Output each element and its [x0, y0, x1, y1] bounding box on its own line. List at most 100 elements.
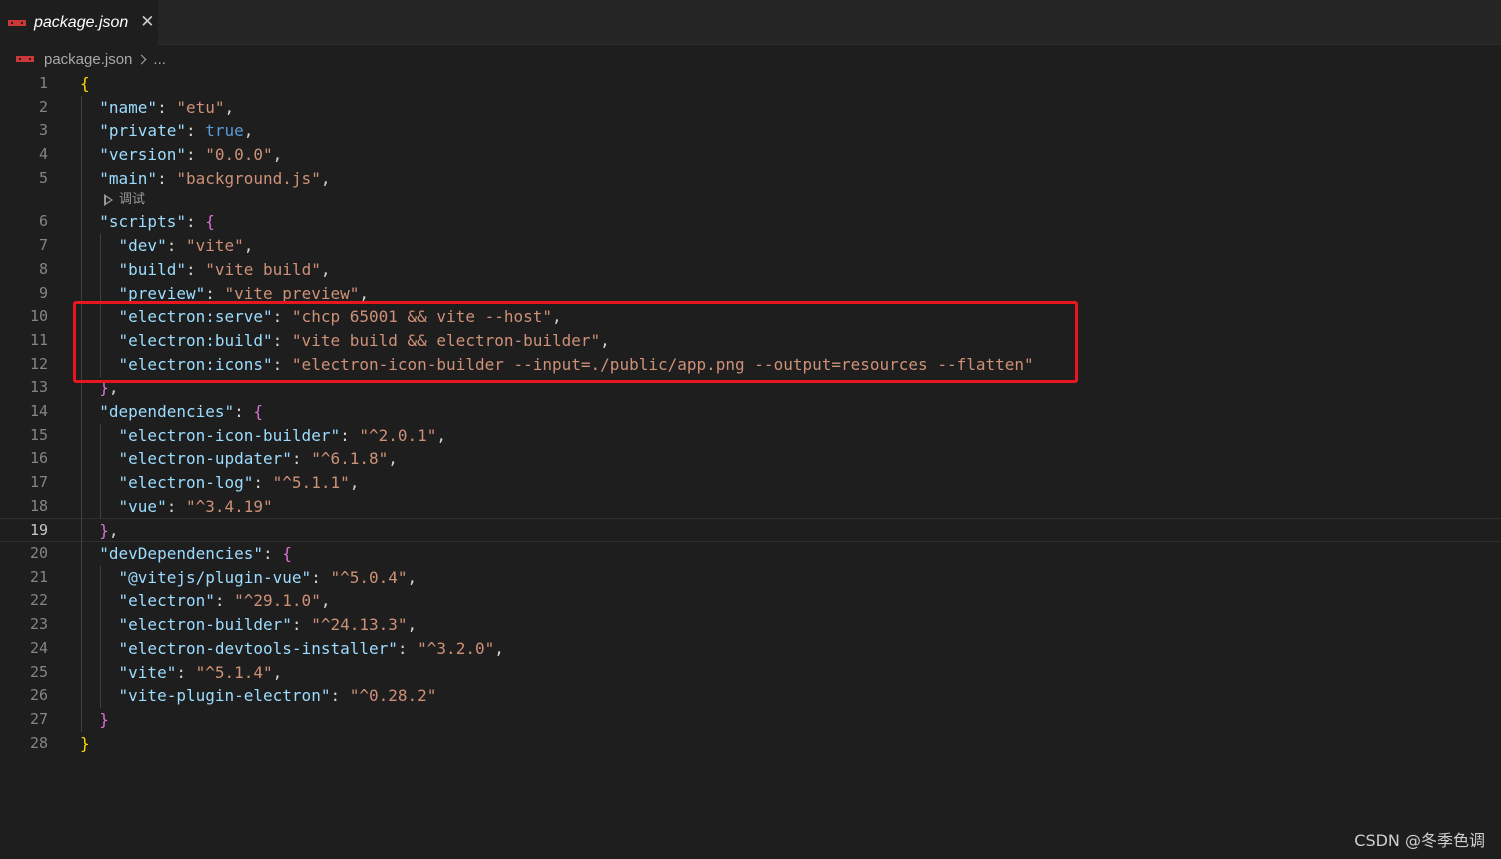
code-line[interactable]: 13 },: [0, 376, 1501, 400]
code-text: "electron-devtools-installer": "^3.2.0",: [80, 637, 504, 661]
code-token: "vite build && electron-builder": [291, 330, 601, 350]
code-token: :: [253, 473, 273, 492]
code-line[interactable]: 4 "version": "0.0.0",: [0, 143, 1501, 167]
line-number: 12: [29, 354, 48, 373]
code-text: "build": "vite build",: [80, 258, 331, 282]
code-line[interactable]: 23 "electron-builder": "^24.13.3",: [0, 613, 1501, 637]
code-token: "etu": [176, 97, 225, 117]
code-text: "preview": "vite preview",: [80, 282, 369, 306]
tab-bar: package.json ✕: [0, 0, 1501, 45]
code-line[interactable]: 14 "dependencies": {: [0, 400, 1501, 424]
tab-package-json[interactable]: package.json ✕: [0, 0, 158, 45]
code-token: "vite build": [205, 259, 321, 279]
code-token: ,: [494, 638, 504, 658]
chevron-right-icon: [136, 54, 147, 64]
line-number: 6: [38, 212, 48, 231]
code-token: ,: [600, 330, 610, 350]
code-line[interactable]: 15 "electron-icon-builder": "^2.0.1",: [0, 424, 1501, 448]
line-number: 10: [29, 307, 48, 326]
code-line[interactable]: 19 },: [0, 518, 1501, 543]
code-token: ,: [272, 145, 283, 165]
code-line[interactable]: 21 "@vitejs/plugin-vue": "^5.0.4",: [0, 566, 1501, 590]
code-token: :: [272, 307, 292, 327]
code-line[interactable]: 5 "main": "background.js",: [0, 167, 1501, 191]
code-token: "build": [118, 259, 186, 279]
line-number: 17: [29, 473, 48, 491]
code-token: "0.0.0": [205, 145, 273, 165]
code-line[interactable]: 7 "dev": "vite",: [0, 234, 1501, 258]
code-text: },: [80, 519, 118, 543]
breadcrumb-more[interactable]: ...: [153, 51, 166, 68]
code-line[interactable]: 16 "electron-updater": "^6.1.8",: [0, 447, 1501, 471]
code-token: :: [176, 662, 196, 682]
indent-guide: [81, 96, 82, 732]
code-token: "electron:build": [118, 330, 273, 350]
line-number: 21: [29, 567, 48, 586]
code-token: :: [157, 97, 177, 117]
code-line[interactable]: 10 "electron:serve": "chcp 65001 && vite…: [0, 305, 1501, 329]
line-number: 13: [29, 378, 48, 397]
code-line[interactable]: 8 "build": "vite build",: [0, 258, 1501, 282]
code-line[interactable]: 3 "private": true,: [0, 119, 1501, 143]
code-line[interactable]: 2 "name": "etu",: [0, 96, 1501, 120]
code-line[interactable]: 27 }: [0, 708, 1501, 732]
code-token: "scripts": [99, 212, 186, 232]
code-line[interactable]: 12 "electron:icons": "electron-icon-buil…: [0, 353, 1501, 377]
code-token: :: [185, 259, 206, 279]
code-token: ,: [320, 591, 331, 611]
code-token: "dependencies": [99, 401, 235, 421]
code-token: "^29.1.0": [234, 591, 321, 611]
code-token: :: [291, 615, 312, 635]
close-icon[interactable]: ✕: [140, 14, 154, 31]
code-line[interactable]: 18 "vue": "^3.4.19": [0, 495, 1501, 519]
code-text: "vite-plugin-electron": "^0.28.2": [80, 684, 437, 708]
line-number: 28: [29, 733, 48, 752]
code-token: "^5.0.4": [330, 567, 408, 587]
code-token: "vue": [118, 496, 167, 516]
line-number: 24: [29, 638, 48, 657]
code-line[interactable]: 17 "electron-log": "^5.1.1",: [0, 471, 1501, 495]
line-number: 14: [29, 401, 48, 420]
code-token: ,: [320, 259, 331, 279]
code-line[interactable]: 1{: [0, 72, 1501, 96]
code-token: :: [397, 638, 418, 658]
code-token: "version": [99, 145, 186, 165]
code-line[interactable]: 11 "electron:build": "vite build && elec…: [0, 329, 1501, 353]
line-number: 18: [29, 496, 48, 515]
code-token: "preview": [118, 283, 206, 303]
code-token: :: [185, 212, 206, 232]
code-token: {: [205, 212, 215, 232]
code-editor[interactable]: 1{2 "name": "etu", 3 "private": true, 4 "v…: [0, 72, 1501, 755]
codelens-debug-button[interactable]: 调试: [104, 190, 145, 210]
code-line[interactable]: 20 "devDependencies": {: [0, 542, 1501, 566]
code-line[interactable]: 9 "preview": "vite preview",: [0, 282, 1501, 306]
code-token: :: [185, 145, 206, 165]
code-line[interactable]: 26 "vite-plugin-electron": "^0.28.2": [0, 684, 1501, 708]
code-line[interactable]: 24 "electron-devtools-installer": "^3.2.…: [0, 637, 1501, 661]
code-text: "electron-log": "^5.1.1",: [80, 471, 360, 495]
tab-title: package.json: [34, 13, 129, 31]
code-token: {: [80, 74, 90, 93]
line-number: 2: [38, 97, 48, 116]
code-token: "name": [99, 97, 158, 117]
code-line[interactable]: 28}: [0, 732, 1501, 756]
code-token: ,: [224, 97, 235, 117]
line-number: 11: [29, 330, 48, 349]
code-line[interactable]: 22 "electron": "^29.1.0",: [0, 589, 1501, 613]
code-token: :: [311, 567, 331, 587]
breadcrumb-file[interactable]: package.json: [44, 51, 132, 68]
code-line[interactable]: 6 "scripts": {: [0, 210, 1501, 234]
code-token: "^5.1.4": [195, 662, 273, 682]
line-number: 25: [29, 662, 48, 681]
code-text: }: [80, 732, 90, 756]
line-number: 16: [29, 449, 48, 468]
code-line[interactable]: 25 "vite": "^5.1.4",: [0, 661, 1501, 685]
codelens-debug[interactable]: 调试: [0, 190, 1501, 210]
